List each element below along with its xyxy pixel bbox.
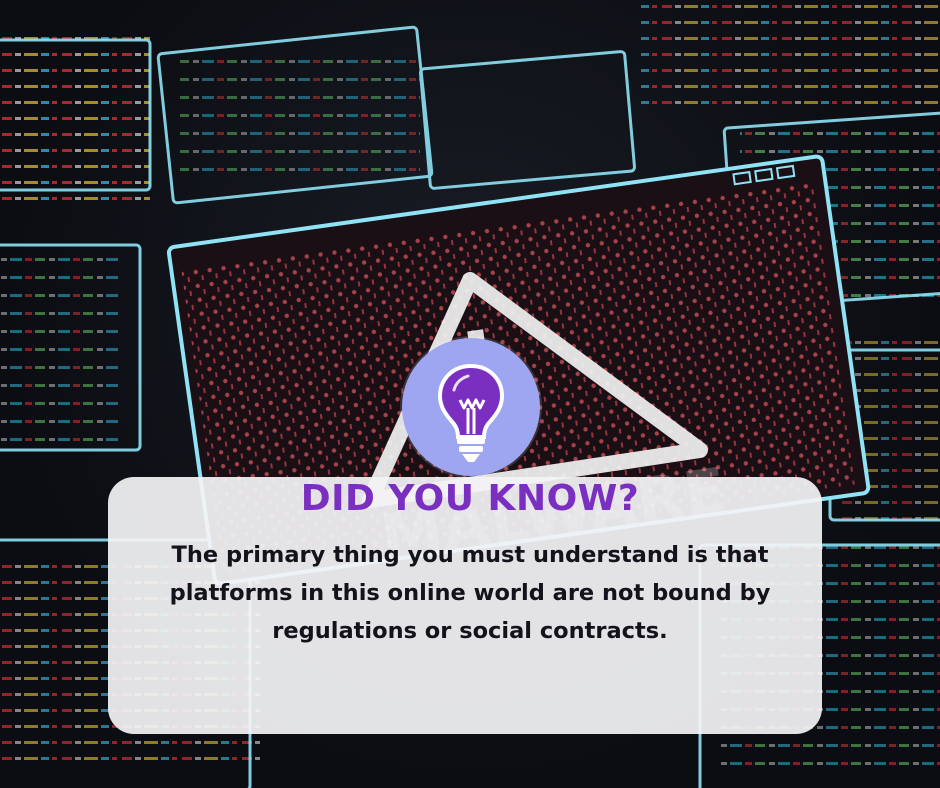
lightbulb-icon xyxy=(437,363,505,462)
card-title: DID YOU KNOW? xyxy=(300,478,640,519)
card-body-text: The primary thing you must understand is… xyxy=(169,542,771,644)
lightbulb-badge xyxy=(402,338,540,476)
did-you-know-graphic: MALWARE DID YOU KNOW? The primary thing … xyxy=(0,0,940,788)
